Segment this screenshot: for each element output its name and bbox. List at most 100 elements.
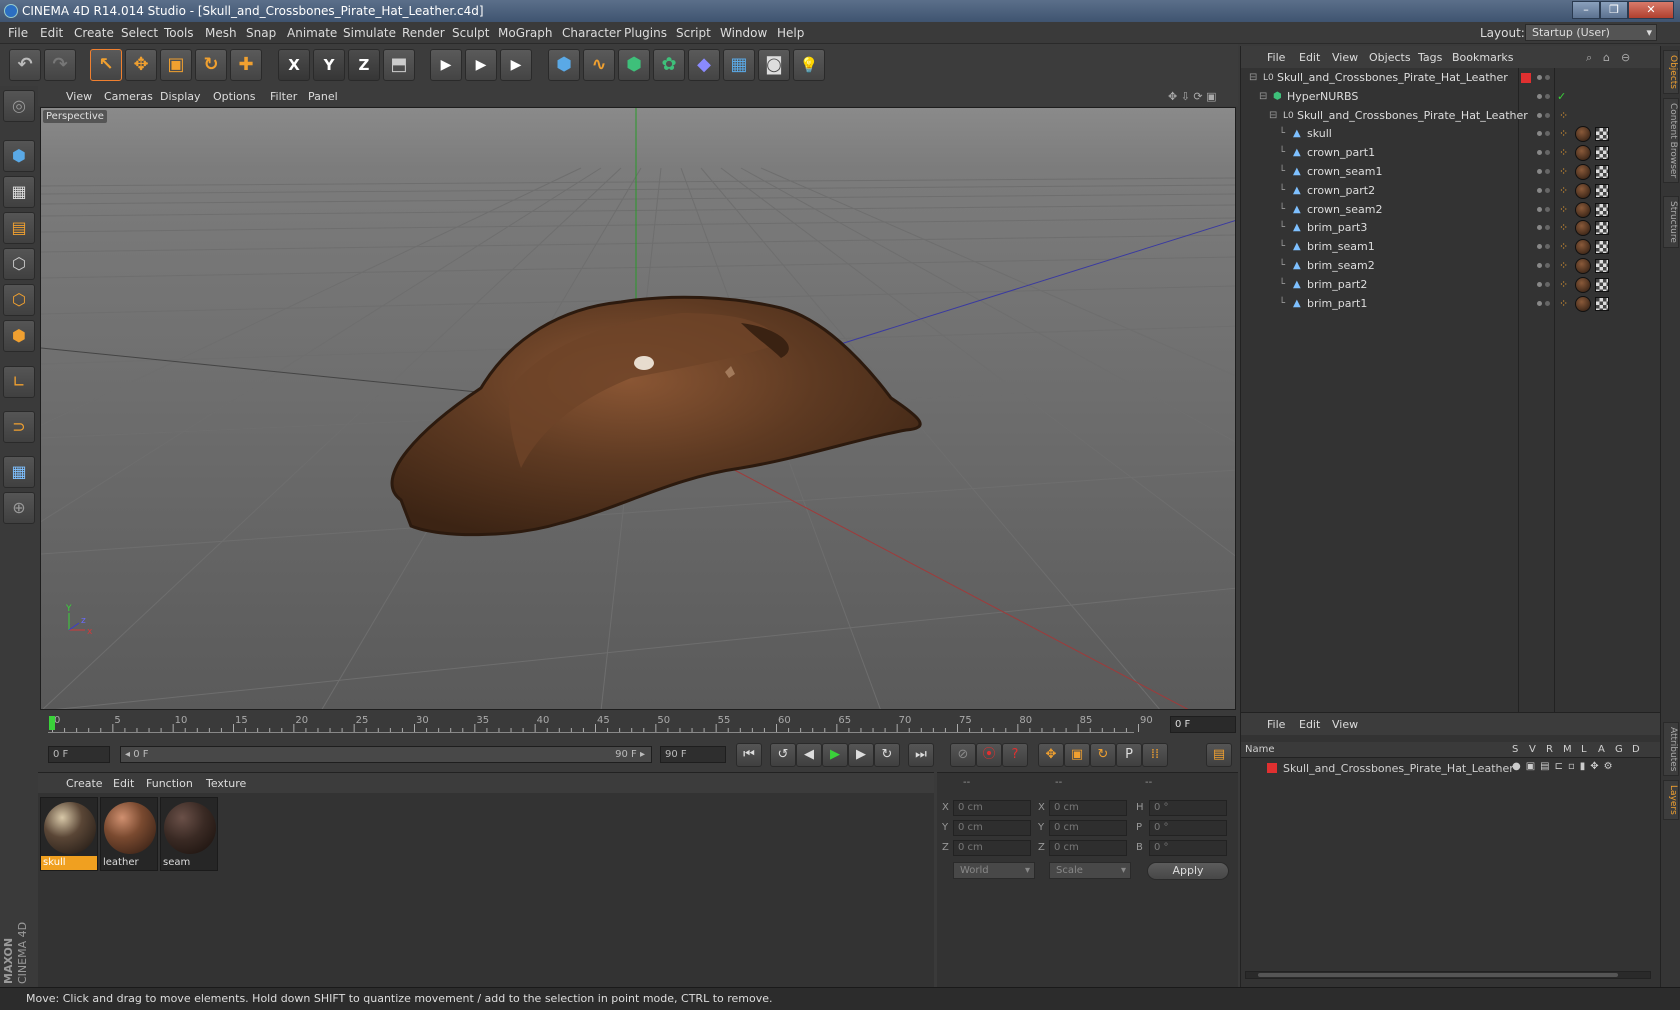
size-mode-dropdown[interactable]: Scale ▾ — [1049, 862, 1131, 879]
material-tag-icon[interactable] — [1575, 182, 1591, 199]
layout-dropdown[interactable]: Startup (User) ▾ — [1525, 24, 1657, 41]
menu-plugins[interactable]: Plugins — [624, 26, 667, 40]
editor-visibility-dot-icon[interactable] — [1537, 281, 1542, 287]
render-visibility-dot-icon[interactable] — [1545, 263, 1550, 268]
size-x-field[interactable]: 0 cm — [1049, 800, 1127, 816]
object-row[interactable]: └ ▲ brim_seam2 ⁘ — [1241, 256, 1661, 276]
object-row[interactable]: └ ▲ brim_part1 ⁘ — [1241, 294, 1661, 314]
material-tag-icon[interactable] — [1575, 164, 1591, 180]
range-slider[interactable]: ◂ 0 F 90 F ▸ — [120, 746, 652, 763]
add-cube-button[interactable]: ⬢ — [548, 49, 580, 81]
render-view-button[interactable]: ▶ — [430, 49, 462, 81]
object-name[interactable]: Skull_and_Crossbones_Pirate_Hat_Leather — [1297, 106, 1528, 126]
menu-file[interactable]: File — [8, 26, 28, 40]
menu-window[interactable]: Window — [720, 26, 767, 40]
menu-help[interactable]: Help — [777, 26, 804, 40]
menu-mograph[interactable]: MoGraph — [498, 26, 553, 40]
material-menu-edit[interactable]: Edit — [113, 777, 134, 790]
rotate-tool-button[interactable]: ↻ — [195, 49, 227, 81]
rotation-p-field[interactable]: 0 ° — [1149, 820, 1227, 836]
add-spline-button[interactable]: ∿ — [583, 49, 615, 81]
uvw-tag-icon[interactable] — [1595, 259, 1609, 273]
layer-menu-view[interactable]: View — [1332, 718, 1358, 731]
texture-mode-icon[interactable]: ▦ — [3, 176, 35, 208]
layer-menu-edit[interactable]: Edit — [1299, 718, 1320, 731]
previous-frame-button[interactable]: ◀ — [796, 743, 822, 767]
editor-visibility-dot-icon[interactable] — [1537, 93, 1542, 99]
render-visibility-dot-icon[interactable] — [1545, 281, 1550, 287]
key-parameter-button[interactable]: P — [1116, 743, 1142, 767]
select-tool-button[interactable]: ↖ — [90, 49, 122, 81]
size-y-field[interactable]: 0 cm — [1049, 820, 1127, 836]
viewport-menu-cameras[interactable]: Cameras — [104, 90, 153, 103]
uvw-tag-icon[interactable] — [1595, 240, 1609, 255]
scrollbar-thumb[interactable] — [1258, 973, 1618, 977]
material-tag-icon[interactable] — [1575, 126, 1591, 143]
coordinate-system-button[interactable]: ⬒ — [383, 49, 415, 81]
object-row[interactable]: └ ▲ brim_part3 ⁘ — [1241, 218, 1661, 238]
position-y-field[interactable]: 0 cm — [953, 820, 1031, 836]
material-tag-icon[interactable] — [1575, 220, 1591, 237]
object-row[interactable]: └ ▲ crown_seam1 ⁘ — [1241, 162, 1661, 182]
object-row[interactable]: └ ▲ brim_seam1 ⁘ — [1241, 237, 1661, 257]
material-tag-icon[interactable] — [1575, 258, 1591, 274]
editor-visibility-dot-icon[interactable] — [1537, 187, 1542, 193]
object-name[interactable]: brim_seam2 — [1307, 256, 1375, 276]
collapse-toggle-icon[interactable]: ⊟ — [1259, 87, 1267, 107]
close-button[interactable]: ✕ — [1628, 1, 1674, 19]
layer-row[interactable]: Skull_and_Crossbones_Pirate_Hat_Leather … — [1241, 759, 1661, 777]
uvw-tag-icon[interactable] — [1595, 296, 1609, 311]
object-name[interactable]: Skull_and_Crossbones_Pirate_Hat_Leather — [1277, 68, 1508, 88]
uvw-tag-icon[interactable] — [1595, 202, 1609, 217]
menu-render[interactable]: Render — [402, 26, 445, 40]
object-name[interactable]: brim_part2 — [1307, 275, 1367, 295]
points-mode-icon[interactable]: ⬡ — [3, 248, 35, 280]
key-scale-button[interactable]: ▣ — [1064, 743, 1090, 767]
menu-mesh[interactable]: Mesh — [205, 26, 237, 40]
object-name[interactable]: crown_part1 — [1307, 143, 1375, 163]
material-menu-create[interactable]: Create — [66, 777, 103, 790]
next-frame-button[interactable]: ▶ — [848, 743, 874, 767]
tab-attributes[interactable]: Attributes — [1663, 722, 1679, 777]
viewport-menu-view[interactable]: View — [66, 90, 92, 103]
tab-objects[interactable]: Objects — [1663, 50, 1679, 95]
phong-tag-icon[interactable]: ⁘ — [1559, 128, 1571, 140]
snap-tool-icon[interactable]: ⊕ — [3, 492, 35, 524]
enabled-check-icon[interactable]: ✓ — [1557, 90, 1569, 103]
menu-tools[interactable]: Tools — [164, 26, 194, 40]
material-tag-icon[interactable] — [1575, 239, 1591, 256]
go-to-start-button[interactable]: ⏮ — [736, 743, 762, 767]
render-visibility-dot-icon[interactable] — [1545, 150, 1550, 156]
object-name[interactable]: brim_seam1 — [1307, 237, 1375, 257]
tab-content-browser[interactable]: Content Browser — [1663, 98, 1679, 184]
object-name[interactable]: crown_part2 — [1307, 181, 1375, 201]
z-axis-lock-button[interactable]: Z — [348, 49, 380, 81]
material-tag-icon[interactable] — [1575, 201, 1591, 218]
start-frame-field[interactable]: 0 F — [48, 746, 110, 763]
render-visibility-dot-icon[interactable] — [1545, 206, 1550, 212]
render-visibility-dot-icon[interactable] — [1545, 112, 1550, 118]
menu-sculpt[interactable]: Sculpt — [452, 26, 489, 40]
collapse-toggle-icon[interactable]: ⊟ — [1249, 68, 1257, 88]
editor-visibility-dot-icon[interactable] — [1537, 75, 1542, 80]
uvw-tag-icon[interactable] — [1595, 146, 1609, 161]
phong-tag-icon[interactable]: ⁘ — [1559, 184, 1571, 197]
render-visibility-dot-icon[interactable] — [1545, 93, 1550, 99]
object-menu-file[interactable]: File — [1267, 51, 1285, 64]
material-tag-icon[interactable] — [1575, 295, 1591, 312]
render-visibility-dot-icon[interactable] — [1545, 244, 1550, 250]
position-x-field[interactable]: 0 cm — [953, 800, 1031, 816]
uvw-tag-icon[interactable] — [1595, 165, 1609, 179]
material-swatch-leather[interactable]: leather — [100, 797, 158, 871]
workplane-lock-icon[interactable]: ▦ — [3, 456, 35, 488]
keyframe-help-button[interactable]: ? — [1002, 743, 1028, 767]
key-position-button[interactable]: ✥ — [1038, 743, 1064, 767]
autokey-button[interactable]: ⊘ — [950, 743, 976, 767]
redo-button[interactable]: ↷ — [44, 49, 76, 81]
add-camera-button[interactable]: ◙ — [758, 49, 790, 81]
menu-create[interactable]: Create — [74, 26, 114, 40]
phong-tag-icon[interactable]: ⁘ — [1559, 222, 1571, 234]
tab-structure[interactable]: Structure — [1663, 196, 1679, 248]
menu-animate[interactable]: Animate — [287, 26, 337, 40]
editor-visibility-dot-icon[interactable] — [1537, 112, 1542, 118]
